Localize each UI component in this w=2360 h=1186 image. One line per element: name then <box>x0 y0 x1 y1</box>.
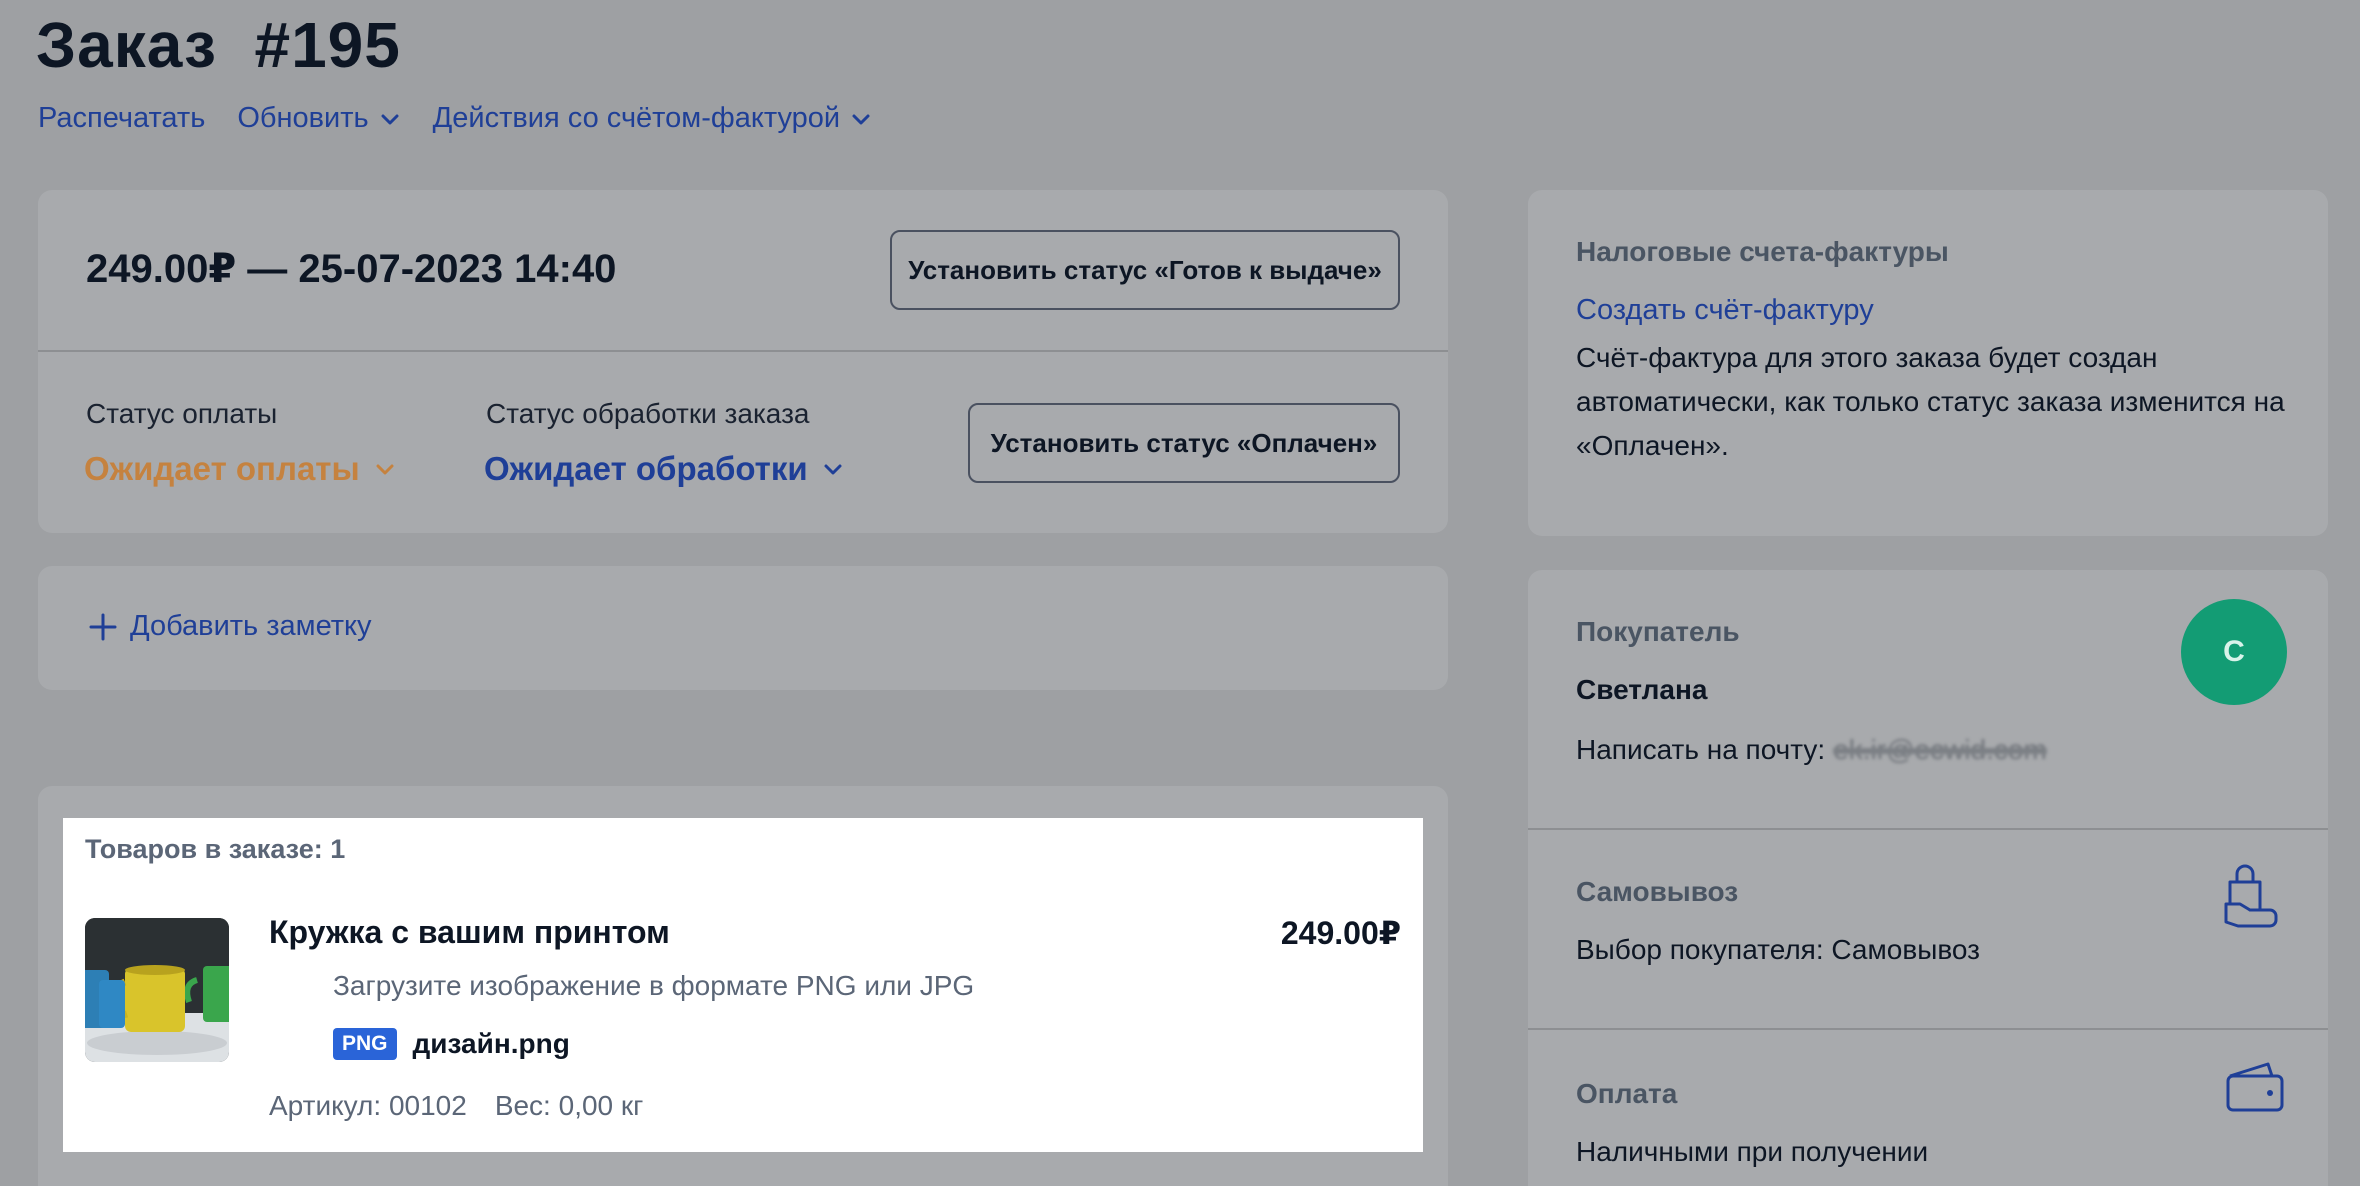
mug-image <box>85 918 229 1062</box>
shopping-bag-hand-icon <box>2224 864 2278 928</box>
customer-card: Покупатель Светлана Написать на почту: e… <box>1528 570 2328 1186</box>
add-note-label: Добавить заметку <box>130 610 372 642</box>
email-label: Написать на почту: <box>1576 734 1826 765</box>
payment-method: Наличными при получении <box>1576 1136 1929 1167</box>
payment-status-value: Ожидает оплаты <box>84 450 360 487</box>
chevron-down-icon <box>822 458 844 480</box>
customer-name: Светлана <box>1576 674 1708 705</box>
order-total: 249.00₽ — 25-07-2023 14:40 <box>86 247 617 291</box>
upload-hint: Загрузите изображение в формате PNG или … <box>333 970 975 1001</box>
product-weight: Вес: 0,00 кг <box>494 1090 644 1121</box>
invoice-actions-dropdown[interactable]: Действия со счётом-фактурой <box>433 102 872 135</box>
payment-status-dropdown[interactable]: Ожидает оплаты <box>84 450 396 488</box>
invoices-title: Налоговые счета-фактуры <box>1576 236 1949 267</box>
customer-title: Покупатель <box>1576 616 1740 647</box>
customer-email-row: Написать на почту: ek.ir@ecwid.com <box>1576 734 2047 766</box>
chevron-down-icon <box>379 108 401 130</box>
product-meta: Артикул: 00102 Вес: 0,00 кг <box>269 1090 643 1122</box>
invoice-actions-label: Действия со счётом-фактурой <box>432 102 841 134</box>
tax-invoices-card: Налоговые счета-фактуры Создать счёт-фак… <box>1528 190 2328 536</box>
order-actions-bar: Распечатать Обновить Действия со счётом-… <box>38 102 872 135</box>
invoice-description: Счёт-фактура для этого заказа будет созд… <box>1576 342 2285 461</box>
file-type-badge: PNG <box>333 1028 397 1060</box>
create-invoice-link[interactable]: Создать счёт-фактуру <box>1576 294 1874 327</box>
product-name[interactable]: Кружка с вашим принтом <box>269 914 670 951</box>
set-ready-status-button[interactable]: Установить статус «Готов к выдаче» <box>890 230 1400 310</box>
divider <box>38 350 1448 352</box>
update-dropdown[interactable]: Обновить <box>237 102 400 135</box>
avatar: C <box>2181 599 2287 705</box>
note-card: Добавить заметку <box>38 566 1448 690</box>
print-link[interactable]: Распечатать <box>38 102 205 135</box>
processing-status-label: Статус обработки заказа <box>486 398 810 429</box>
pickup-choice: Выбор покупателя: Самовывоз <box>1576 934 1980 965</box>
product-thumbnail[interactable] <box>85 918 229 1062</box>
product-sku: Артикул: 00102 <box>269 1090 467 1121</box>
payment-status-label: Статус оплаты <box>86 398 278 429</box>
payment-title: Оплата <box>1576 1078 1678 1109</box>
chevron-down-icon <box>850 108 872 130</box>
items-count: Товаров в заказе: 1 <box>85 834 346 864</box>
page-title: Заказ #195 <box>36 9 401 81</box>
file-name: дизайн.png <box>412 1028 570 1059</box>
wallet-icon <box>2226 1062 2284 1112</box>
chevron-down-icon <box>374 458 396 480</box>
product-price: 249.00₽ <box>1280 915 1401 951</box>
order-items-panel: Товаров в заказе: 1 Кружка с вашим принт… <box>63 818 1423 1152</box>
order-summary-card: 249.00₽ — 25-07-2023 14:40 Установить ст… <box>38 190 1448 533</box>
update-dropdown-label: Обновить <box>237 102 369 134</box>
divider <box>1528 1028 2328 1030</box>
print-link-label: Распечатать <box>38 102 206 134</box>
divider <box>1528 828 2328 830</box>
customer-email-link[interactable]: ek.ir@ecwid.com <box>1833 734 2047 766</box>
add-note-button[interactable]: Добавить заметку <box>88 610 372 643</box>
processing-status-dropdown[interactable]: Ожидает обработки <box>484 450 844 488</box>
plus-icon <box>89 613 117 640</box>
set-paid-status-button[interactable]: Установить статус «Оплачен» <box>968 403 1400 483</box>
attached-file[interactable]: PNG дизайн.png <box>333 1028 570 1060</box>
processing-status-value: Ожидает обработки <box>484 450 808 487</box>
pickup-title: Самовывоз <box>1576 876 1739 907</box>
avatar-letter: C <box>2223 635 2245 668</box>
